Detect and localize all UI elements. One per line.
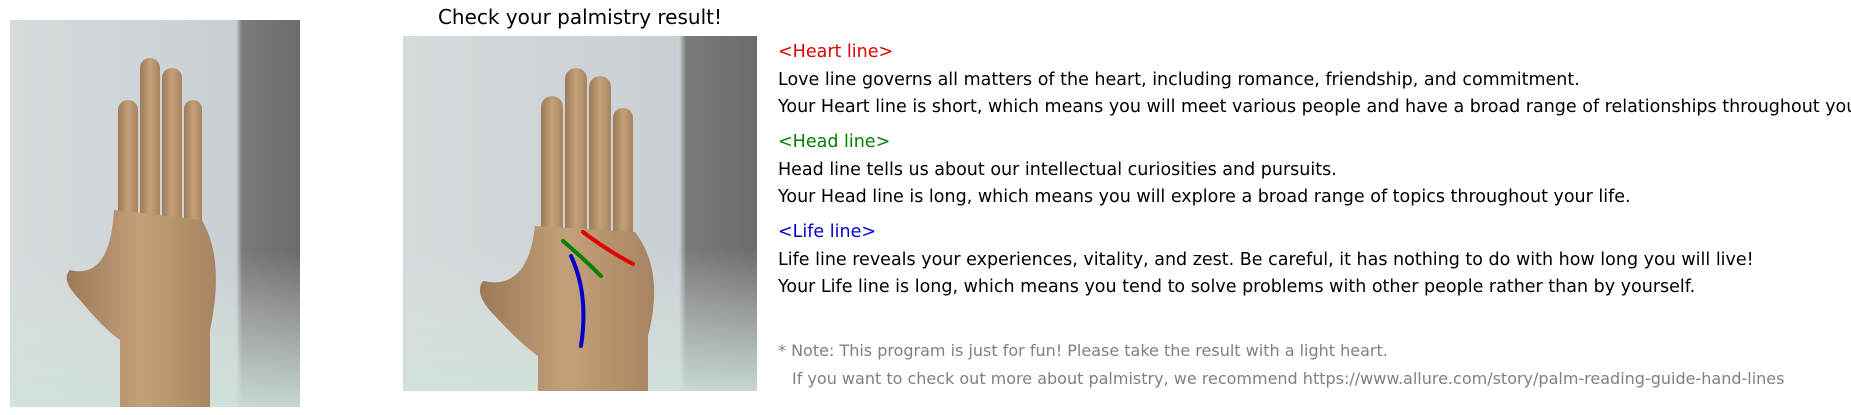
heart-line-description: Love line governs all matters of the hea… [778, 70, 1580, 90]
head-line-header: <Head line> [778, 132, 891, 152]
reference-note: If you want to check out more about palm… [792, 369, 1785, 388]
annotated-hand-photo [403, 36, 757, 391]
fun-note: * Note: This program is just for fun! Pl… [778, 341, 1388, 360]
heart-line-result: Your Heart line is short, which means yo… [778, 97, 1851, 117]
result-title: Check your palmistry result! [437, 5, 723, 29]
life-line-header: <Life line> [778, 222, 877, 242]
life-line-result: Your Life line is long, which means you … [778, 277, 1696, 297]
head-line-result: Your Head line is long, which means you … [778, 187, 1631, 207]
head-line-description: Head line tells us about our intellectua… [778, 160, 1337, 180]
life-line-description: Life line reveals your experiences, vita… [778, 250, 1754, 270]
input-hand-photo [10, 20, 300, 407]
heart-line-header: <Heart line> [778, 42, 894, 62]
